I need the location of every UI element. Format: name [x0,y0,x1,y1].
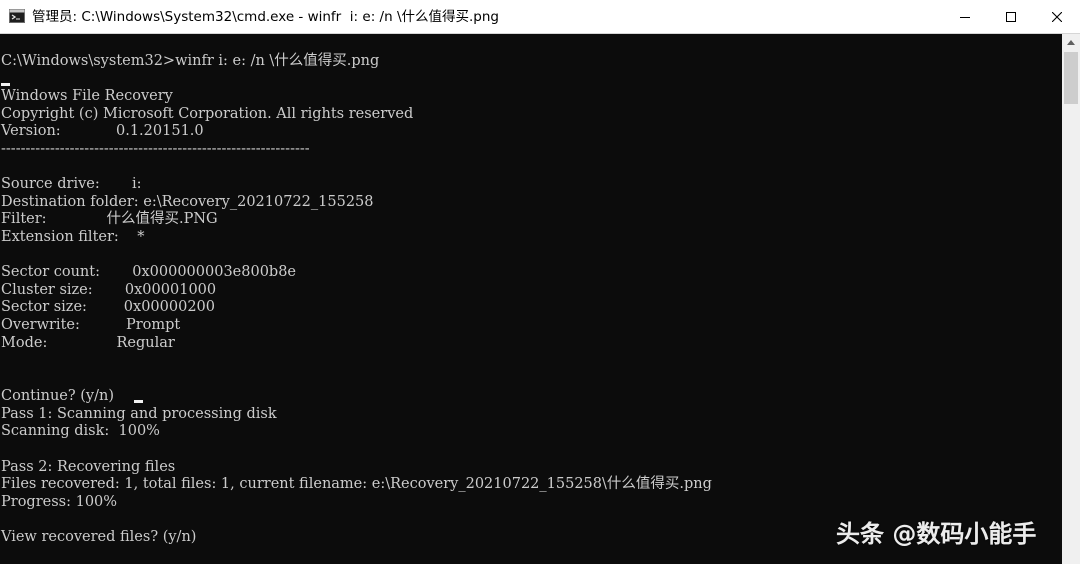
close-icon [1052,12,1062,22]
cmd-window: 管理员: C:\Windows\System32\cmd.exe - winfr… [0,0,1080,564]
separator-line: ----------------------------------------… [1,141,310,157]
title-bar[interactable]: 管理员: C:\Windows\System32\cmd.exe - winfr… [0,0,1080,34]
app-name-line: Windows File Recovery [1,88,173,104]
progress-line: Progress: 100% [1,494,118,510]
source-drive-line: Source drive: i: [1,176,142,192]
prompt-command-line: C:\Windows\system32>winfr i: e: /n \什么值得… [1,53,380,69]
close-button[interactable] [1034,0,1080,34]
scanning-line: Scanning disk: 100% [1,423,160,439]
text-cursor [1,83,10,86]
maximize-icon [1006,12,1016,22]
mode-line: Mode: Regular [1,335,175,351]
files-recovered-line: Files recovered: 1, total files: 1, curr… [1,476,712,492]
maximize-button[interactable] [988,0,1034,34]
filter-line: Filter: 什么值得买.PNG [1,211,218,227]
cluster-size-line: Cluster size: 0x00001000 [1,282,217,298]
extension-filter-line: Extension filter: * [1,229,145,245]
destination-folder-line: Destination folder: e:\Recovery_20210722… [1,194,374,210]
minimize-button[interactable] [942,0,988,34]
minimize-icon [960,17,970,18]
window-title: 管理员: C:\Windows\System32\cmd.exe - winfr… [32,9,499,25]
chevron-up-icon [1067,40,1075,45]
view-files-prompt-line: View recovered files? (y/n) [1,529,197,545]
cmd-app-icon[interactable] [9,9,25,23]
version-line: Version: 0.1.20151.0 [1,123,204,139]
copyright-line: Copyright (c) Microsoft Corporation. All… [1,106,414,122]
scroll-up-button[interactable] [1062,34,1080,51]
continue-prompt-line: Continue? (y/n) [1,388,114,404]
overwrite-line: Overwrite: Prompt [1,317,181,333]
sector-size-line: Sector size: 0x00000200 [1,299,215,315]
pass1-line: Pass 1: Scanning and processing disk [1,406,277,422]
continue-cursor [134,400,143,403]
vertical-scrollbar[interactable] [1062,34,1080,564]
watermark-text: 头条 @数码小能手 [836,520,1037,548]
sector-count-line: Sector count: 0x000000003e800b8e [1,264,297,280]
console-output[interactable]: C:\Windows\system32>winfr i: e: /n \什么值得… [0,34,1062,564]
pass2-line: Pass 2: Recovering files [1,459,176,475]
scroll-thumb[interactable] [1064,52,1078,104]
